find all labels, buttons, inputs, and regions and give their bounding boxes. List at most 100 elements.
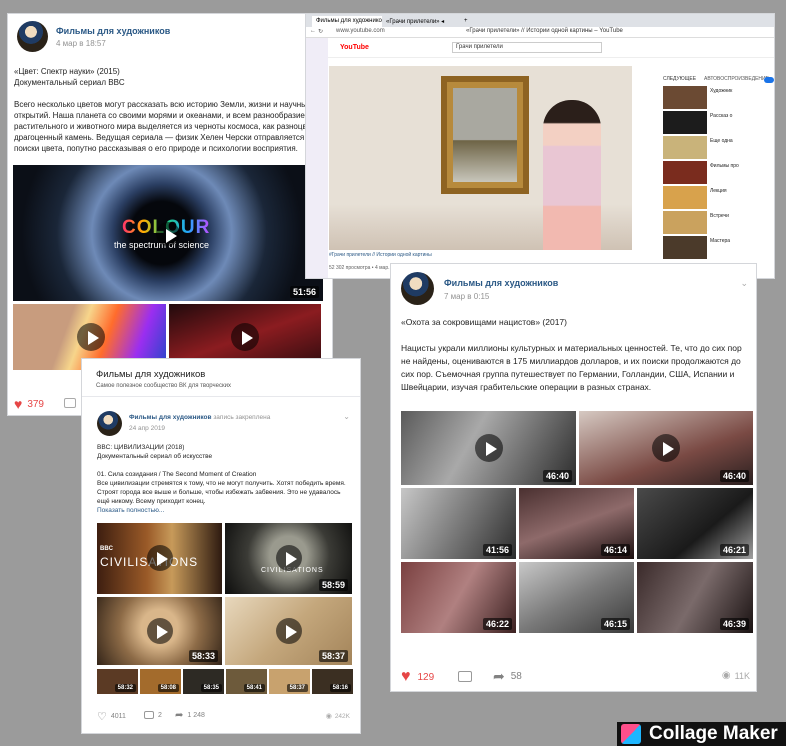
video-duration: 58:33 bbox=[188, 650, 218, 662]
video-thumb[interactable]: 46:14 bbox=[519, 488, 634, 559]
share-button[interactable]: ➦ 58 bbox=[493, 668, 522, 685]
post-date[interactable]: 7 мар в 0:15 bbox=[444, 292, 558, 301]
yt-search-input[interactable]: Грачи прилетели bbox=[452, 42, 602, 53]
browser-window: Фильмы для художников «Грачи прилетели» … bbox=[305, 13, 775, 279]
post-header: Фильмы для художников запись закреплена … bbox=[97, 411, 270, 436]
yt-sidebar-thumb bbox=[663, 111, 707, 134]
yt-sidebar-item[interactable]: Художник bbox=[663, 86, 773, 109]
community-status: Самое полезное сообщество ВК для творчес… bbox=[96, 383, 231, 389]
video-duration: 46:39 bbox=[719, 618, 749, 630]
group-name[interactable]: Фильмы для художников bbox=[129, 414, 212, 421]
play-icon[interactable] bbox=[147, 545, 173, 571]
bbc-logo: BBC bbox=[100, 546, 113, 552]
post-body: Нацисты украли миллионы культурных и мат… bbox=[401, 343, 742, 392]
yt-sidebar-title: Мастера bbox=[710, 238, 731, 244]
video-thumb-small[interactable]: 58:08 bbox=[140, 669, 181, 694]
video-thumb-small[interactable]: 58:16 bbox=[312, 669, 353, 694]
video-duration: 46:40 bbox=[719, 470, 749, 482]
browser-sidebar bbox=[306, 38, 328, 278]
yt-sidebar-item[interactable]: Еще одна bbox=[663, 136, 773, 159]
back-icon[interactable]: ← bbox=[310, 28, 316, 34]
pinned-label: запись закреплена bbox=[213, 414, 271, 421]
post-date[interactable]: 24 апр 2019 bbox=[129, 425, 270, 432]
play-icon[interactable] bbox=[147, 618, 173, 644]
yt-sidebar-thumb bbox=[663, 211, 707, 234]
chevron-down-icon[interactable]: ⌄ bbox=[343, 412, 350, 421]
video-thumb[interactable]: 46:39 bbox=[637, 562, 753, 633]
yt-sidebar-title: Лекция bbox=[710, 188, 727, 194]
share-count: 58 bbox=[510, 671, 522, 682]
post-colour: Фильмы для художников 4 мар в 18:57 «Цве… bbox=[7, 13, 333, 416]
play-icon[interactable] bbox=[77, 323, 105, 351]
like-button[interactable]: ♥ 129 bbox=[401, 668, 434, 686]
video-thumb-small[interactable]: 58:37 bbox=[269, 669, 310, 694]
video-thumb-civ4[interactable]: 58:37 bbox=[225, 597, 352, 665]
group-name[interactable]: Фильмы для художников bbox=[444, 278, 558, 288]
group-name[interactable]: Фильмы для художников bbox=[56, 26, 170, 36]
yt-video-player[interactable] bbox=[329, 66, 632, 250]
show-more-link[interactable]: Показать полностью... bbox=[97, 506, 352, 515]
yt-sidebar-item[interactable]: Встречи bbox=[663, 211, 773, 234]
page-title: «Грачи прилетели» // Истории одной карти… bbox=[466, 28, 623, 34]
post-header: Фильмы для художников 4 мар в 18:57 bbox=[17, 21, 170, 52]
video-thumb-small[interactable]: 58:41 bbox=[226, 669, 267, 694]
video-thumb-small[interactable]: 58:35 bbox=[183, 669, 224, 694]
video-thumb-small[interactable]: 58:32 bbox=[97, 669, 138, 694]
post-body: Все цивилизации стремятся к тому, что не… bbox=[97, 480, 346, 505]
community-title[interactable]: Фильмы для художников bbox=[96, 369, 205, 380]
like-button[interactable]: ♡ 4011 bbox=[97, 710, 126, 723]
new-tab-button[interactable]: + bbox=[462, 16, 474, 27]
painting-frame bbox=[441, 76, 529, 194]
comment-icon[interactable] bbox=[64, 398, 76, 408]
yt-sidebar-item[interactable]: Фильмы про bbox=[663, 161, 773, 184]
video-duration: 58:41 bbox=[243, 684, 265, 692]
collage-maker-watermark: Collage Maker bbox=[617, 722, 786, 746]
autoplay-toggle[interactable] bbox=[764, 77, 774, 83]
play-icon[interactable] bbox=[276, 545, 302, 571]
tab-1[interactable]: Фильмы для художников bbox=[312, 16, 382, 27]
yt-sidebar-item[interactable]: Лекция bbox=[663, 186, 773, 209]
video-thumb-colour[interactable]: COLOUR the spectrum of science 51:56 bbox=[13, 165, 323, 301]
play-icon[interactable] bbox=[474, 434, 503, 462]
comment-icon[interactable] bbox=[458, 671, 472, 682]
yt-caption[interactable]: #Грачи прилетели // Истории одной картин… bbox=[329, 252, 629, 258]
video-thumb-civ2[interactable]: CIVILISATIONS 58:59 bbox=[225, 523, 352, 594]
group-avatar[interactable] bbox=[17, 21, 48, 52]
video-duration: 41:56 bbox=[482, 544, 512, 556]
video-thumb[interactable]: 46:40 bbox=[579, 411, 753, 485]
yt-sidebar-item[interactable]: Рассказ о bbox=[663, 111, 773, 134]
post-title: «Цвет: Спектр науки» (2015) bbox=[14, 67, 120, 76]
tab-2[interactable]: «Грачи прилетели» ◂ bbox=[382, 16, 462, 27]
video-thumb[interactable]: 46:40 bbox=[401, 411, 576, 485]
video-thumb[interactable]: 41:56 bbox=[401, 488, 516, 559]
comment-button[interactable]: 2 bbox=[144, 711, 162, 719]
up-next-label: СЛЕДУЮЩЕЕ bbox=[663, 76, 697, 82]
heart-icon: ♡ bbox=[97, 711, 107, 723]
play-icon[interactable] bbox=[231, 323, 259, 351]
video-thumb-civ1[interactable]: BBC CIVILISATIONS bbox=[97, 523, 222, 594]
group-avatar[interactable] bbox=[97, 411, 122, 436]
video-thumb-civ3[interactable]: 58:33 bbox=[97, 597, 222, 665]
post-date[interactable]: 4 мар в 18:57 bbox=[56, 39, 170, 48]
yt-sidebar-thumb bbox=[663, 186, 707, 209]
refresh-icon[interactable]: ↻ bbox=[318, 28, 323, 35]
address-bar: ← ↻ www.youtube.com «Грачи прилетели» //… bbox=[306, 27, 774, 38]
play-icon[interactable] bbox=[652, 434, 680, 462]
video-thumb[interactable]: 46:21 bbox=[637, 488, 753, 559]
url-text[interactable]: www.youtube.com bbox=[336, 28, 385, 34]
like-button[interactable]: ♥ 379 bbox=[14, 396, 44, 412]
group-avatar[interactable] bbox=[401, 272, 434, 305]
post-title: BBC: ЦИВИЛИЗАЦИИ (2018) bbox=[97, 444, 185, 451]
yt-sidebar-item[interactable]: Мастера bbox=[663, 236, 773, 259]
autoplay-label: АВТОВОСПРОИЗВЕДЕНИЕ bbox=[704, 76, 769, 82]
video-thumb[interactable]: 46:22 bbox=[401, 562, 516, 633]
video-thumb[interactable]: 46:15 bbox=[519, 562, 634, 633]
chevron-down-icon[interactable]: ⌄ bbox=[740, 278, 748, 289]
play-icon[interactable] bbox=[276, 618, 302, 644]
share-button[interactable]: ➦ 1 248 bbox=[175, 710, 205, 721]
play-icon[interactable] bbox=[156, 222, 180, 246]
views: ◉ 11K bbox=[722, 670, 750, 681]
yt-logo[interactable]: YouTube bbox=[340, 44, 369, 51]
community-header: Фильмы для художников Самое полезное соо… bbox=[82, 359, 360, 397]
like-count: 379 bbox=[27, 398, 44, 410]
